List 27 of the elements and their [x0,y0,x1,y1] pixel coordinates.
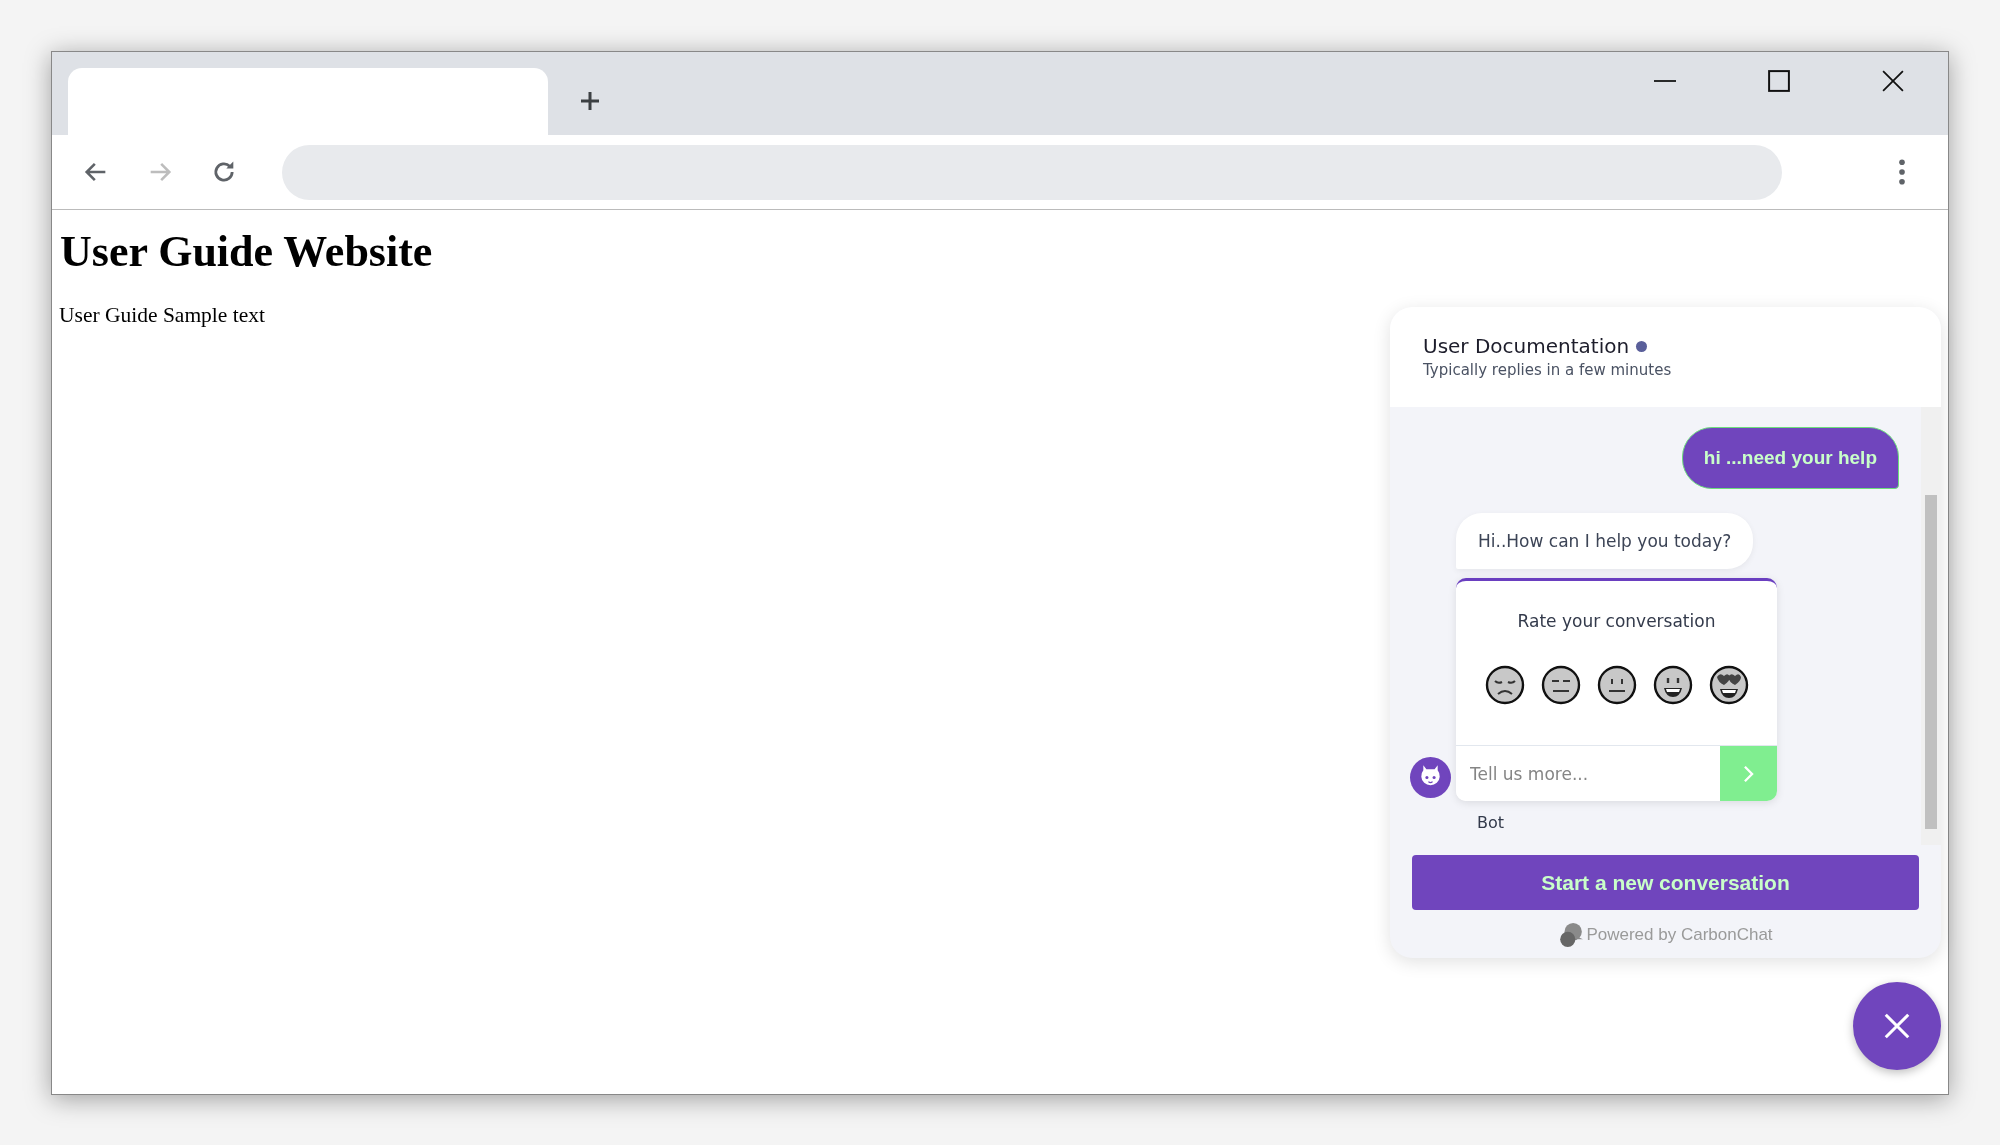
status-dot [1636,340,1648,352]
page-text: User Guide Sample text [59,303,266,328]
close-icon[interactable] [1882,70,1904,92]
bot-avatar-icon [1410,757,1451,798]
feedback-input[interactable]: Tell us more... [1456,746,1720,801]
sad-face-icon[interactable] [1484,665,1525,705]
chevron-icon [1743,764,1754,783]
expressionless-face-icon[interactable] [1540,665,1581,705]
scrollbar[interactable] [1921,407,1941,845]
menu-icon[interactable] [1898,159,1906,185]
heart-eyes-face-icon[interactable] [1708,665,1749,705]
chat-bubbles-icon [1558,922,1585,948]
new-conversation-button[interactable]: Start a new conversation [1412,855,1919,910]
chat-subtitle: Typically replies in a few minutes [1423,361,1673,379]
maximize-icon[interactable] [1768,70,1790,92]
grinning-face-icon[interactable] [1652,665,1693,705]
rating-title: Rate your conversation [1516,611,1717,631]
new-tab-icon[interactable] [578,89,602,113]
bot-message: Hi..How can I help you today? [1456,513,1754,569]
page-heading: User Guide Website [60,226,434,277]
chat-title: User Documentation [1423,334,1630,358]
user-message: hi ...need your help [1681,427,1899,489]
neutral-face-icon[interactable] [1596,665,1637,705]
close-icon [1882,1011,1912,1041]
powered-by-text: Powered by CarbonChat [1586,925,1773,945]
close-chat-button[interactable] [1853,982,1941,1070]
sender-label: Bot [1477,813,1506,832]
